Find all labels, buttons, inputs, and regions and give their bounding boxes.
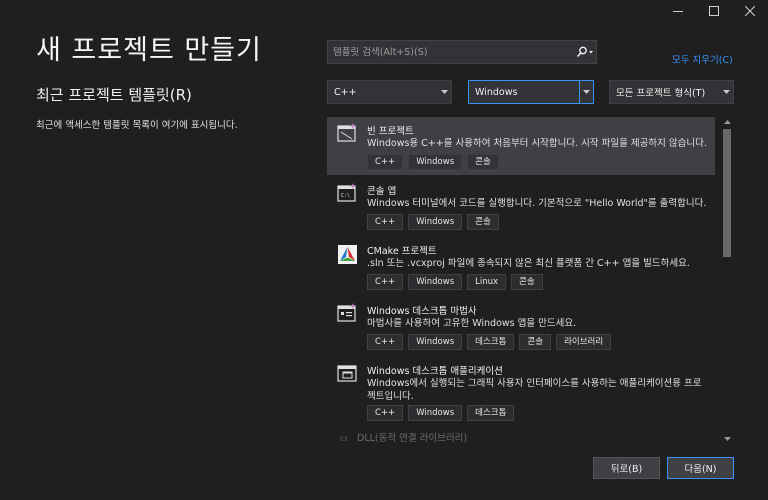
- tag-cpp: C++: [367, 334, 404, 350]
- project-type-filter-value: 모든 프로젝트 형식(T): [616, 88, 706, 99]
- template-tags: C++ Windows 콘솔: [367, 154, 499, 170]
- tag-windows: Windows: [408, 214, 463, 230]
- tag-console: 콘솔: [519, 334, 552, 350]
- template-name: Windows 데스크톱 애플리케이션: [367, 366, 503, 377]
- template-tags: C++ Windows 데스크톱: [367, 405, 515, 421]
- next-button[interactable]: 다음(N): [667, 457, 734, 479]
- template-item-console-app[interactable]: C:\ 콘솔 앱 Windows 터미널에서 코드를 실행합니다. 기본적으로 …: [327, 177, 715, 235]
- template-description: Windows 터미널에서 코드를 실행합니다. 기본적으로 "Hello Wo…: [367, 198, 707, 209]
- template-tags: C++ Windows 데스크톱 콘솔 라이브러리: [367, 334, 612, 350]
- template-description: Windows용 C++를 사용하여 처음부터 시작합니다. 시작 파일을 제공…: [367, 138, 707, 149]
- chevron-down-icon: [719, 81, 733, 103]
- template-name: DLL(동적 연결 라이브러리): [357, 433, 468, 444]
- recent-templates-heading: 최근 프로젝트 템플릿(R): [36, 86, 192, 104]
- template-item-dll-partial[interactable]: ▭ DLL(동적 연결 라이브러리): [339, 430, 467, 444]
- tag-cpp: C++: [367, 405, 404, 421]
- window-controls: [660, 0, 768, 22]
- tag-desktop: 데스크톱: [467, 334, 515, 350]
- project-type-filter-dropdown[interactable]: 모든 프로젝트 형식(T): [609, 80, 734, 104]
- tag-desktop: 데스크톱: [467, 405, 515, 421]
- desktop-application-icon: [337, 363, 359, 385]
- template-tags: C++ Windows Linux 콘솔: [367, 274, 543, 290]
- page-title: 새 프로젝트 만들기: [36, 35, 262, 66]
- chevron-down-icon: [579, 81, 593, 103]
- desktop-wizard-icon: [337, 303, 359, 325]
- empty-project-icon: [337, 123, 359, 145]
- cmake-icon: [337, 243, 359, 265]
- template-tags: C++ Windows 콘솔: [367, 214, 499, 230]
- tag-library: 라이브러리: [556, 334, 612, 350]
- tag-windows: Windows: [408, 334, 463, 350]
- template-name: CMake 프로젝트: [367, 246, 437, 257]
- scroll-down-arrow-icon[interactable]: [720, 434, 734, 444]
- tag-cpp: C++: [367, 154, 404, 170]
- recent-templates-empty-text: 최근에 액세스한 템플릿 목록이 여기에 표시됩니다.: [36, 120, 238, 131]
- template-name: 콘솔 앱: [367, 186, 397, 197]
- tag-console: 콘솔: [467, 154, 499, 170]
- tag-linux: Linux: [467, 274, 507, 290]
- template-item-desktop-wizard[interactable]: Windows 데스크톱 마법사 마법사를 사용하여 고유한 Windows 앱…: [327, 297, 715, 355]
- scroll-thumb[interactable]: [723, 129, 731, 257]
- template-description: Windows에서 실행되는 그래픽 사용자 인터페이스를 사용하는 애플리케이…: [367, 378, 702, 402]
- template-list-scrollbar[interactable]: [720, 117, 734, 444]
- template-item-desktop-application[interactable]: Windows 데스크톱 애플리케이션 Windows에서 실행되는 그래픽 사…: [327, 357, 715, 427]
- language-filter-dropdown[interactable]: C++: [327, 80, 452, 104]
- minimize-icon[interactable]: [660, 0, 696, 22]
- tag-cpp: C++: [367, 274, 404, 290]
- tag-cpp: C++: [367, 214, 404, 230]
- language-filter-value: C++: [334, 86, 357, 98]
- tag-console: 콘솔: [467, 214, 499, 230]
- back-button[interactable]: 뒤로(B): [593, 457, 660, 479]
- template-item-empty-project[interactable]: 빈 프로젝트 Windows용 C++를 사용하여 처음부터 시작합니다. 시작…: [327, 117, 715, 175]
- template-description: .sln 또는 .vcxproj 파일에 종속되지 않은 최신 플랫폼 간 C+…: [367, 258, 690, 269]
- console-app-icon: C:\: [337, 183, 359, 205]
- template-list: 빈 프로젝트 Windows용 C++를 사용하여 처음부터 시작합니다. 시작…: [327, 117, 734, 444]
- template-search-input[interactable]: [333, 46, 574, 58]
- tag-windows: Windows: [408, 274, 463, 290]
- dll-icon: ▭: [339, 433, 348, 444]
- clear-all-link[interactable]: 모두 지우기(C): [672, 52, 733, 66]
- svg-text:C:\: C:\: [341, 193, 350, 199]
- template-description: 마법사를 사용하여 고유한 Windows 앱을 만드세요.: [367, 318, 577, 329]
- platform-filter-dropdown[interactable]: Windows: [468, 80, 594, 104]
- template-name: 빈 프로젝트: [367, 126, 414, 137]
- tag-windows: Windows: [408, 154, 463, 170]
- chevron-down-icon: [437, 81, 451, 103]
- maximize-icon[interactable]: [696, 0, 732, 22]
- scroll-up-arrow-icon[interactable]: [720, 117, 734, 127]
- tag-console: 콘솔: [511, 274, 543, 290]
- template-name: Windows 데스크톱 마법사: [367, 306, 477, 317]
- platform-filter-value: Windows: [475, 86, 518, 98]
- search-icon[interactable]: [574, 41, 596, 63]
- close-icon[interactable]: [732, 0, 768, 22]
- tag-windows: Windows: [408, 405, 463, 421]
- template-search-box: [327, 40, 597, 64]
- template-item-cmake-project[interactable]: CMake 프로젝트 .sln 또는 .vcxproj 파일에 종속되지 않은 …: [327, 237, 715, 295]
